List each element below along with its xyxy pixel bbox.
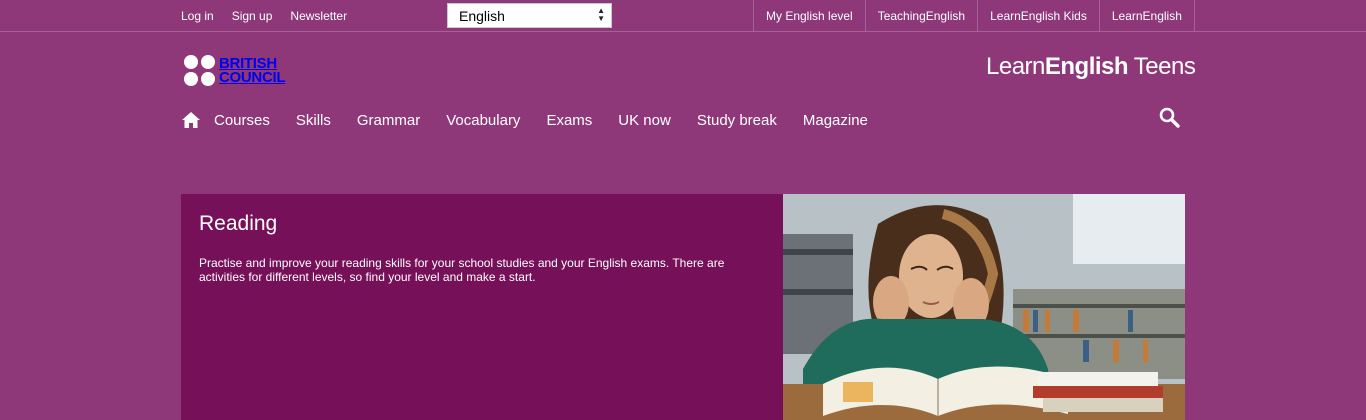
newsletter-link[interactable]: Newsletter xyxy=(290,9,347,23)
site-link-learnenglish-kids[interactable]: LearnEnglish Kids xyxy=(977,0,1099,32)
nav-skills[interactable]: Skills xyxy=(296,112,331,129)
select-arrow-icon: ▲ ▼ xyxy=(597,6,605,23)
site-link-teachingenglish[interactable]: TeachingEnglish xyxy=(864,0,977,32)
account-links: Log in Sign up Newsletter xyxy=(181,0,365,32)
british-council-dots-icon xyxy=(184,55,215,86)
language-select-value: English xyxy=(459,7,505,24)
nav-exams[interactable]: Exams xyxy=(546,112,592,129)
british-council-logo[interactable]: BRITISH COUNCIL xyxy=(184,55,286,86)
main-nav: Courses Skills Grammar Vocabulary Exams … xyxy=(181,107,894,133)
nav-grammar[interactable]: Grammar xyxy=(357,112,420,129)
signup-link[interactable]: Sign up xyxy=(232,9,273,23)
top-utility-bar: Log in Sign up Newsletter English ▲ ▼ My … xyxy=(0,0,1366,32)
logo-learn: Learn xyxy=(986,53,1045,80)
nav-vocabulary[interactable]: Vocabulary xyxy=(446,112,520,129)
nav-study-break[interactable]: Study break xyxy=(697,112,777,129)
learnenglish-teens-logo[interactable]: LearnEnglish Teens xyxy=(986,53,1196,81)
logo-teens: Teens xyxy=(1128,53,1196,80)
nav-magazine[interactable]: Magazine xyxy=(803,112,868,129)
home-icon[interactable] xyxy=(181,110,201,130)
site-link-learnenglish[interactable]: LearnEnglish xyxy=(1098,0,1195,32)
site-link-my-english-level[interactable]: My English level xyxy=(753,0,865,32)
page-title: Reading xyxy=(199,212,278,235)
language-select[interactable]: English ▲ ▼ xyxy=(447,3,612,28)
page-description: Practise and improve your reading skills… xyxy=(199,256,725,284)
nav-courses[interactable]: Courses xyxy=(214,112,270,129)
search-icon[interactable] xyxy=(1158,106,1182,130)
hero-image-student-reading xyxy=(783,194,1185,420)
site-links: My English level TeachingEnglish LearnEn… xyxy=(753,0,1195,32)
nav-uk-now[interactable]: UK now xyxy=(618,112,671,129)
login-link[interactable]: Log in xyxy=(181,9,214,23)
logo-english: English xyxy=(1044,53,1129,80)
logo-line-2: COUNCIL xyxy=(219,68,286,86)
hero-panel: Reading Practise and improve your readin… xyxy=(181,194,783,420)
